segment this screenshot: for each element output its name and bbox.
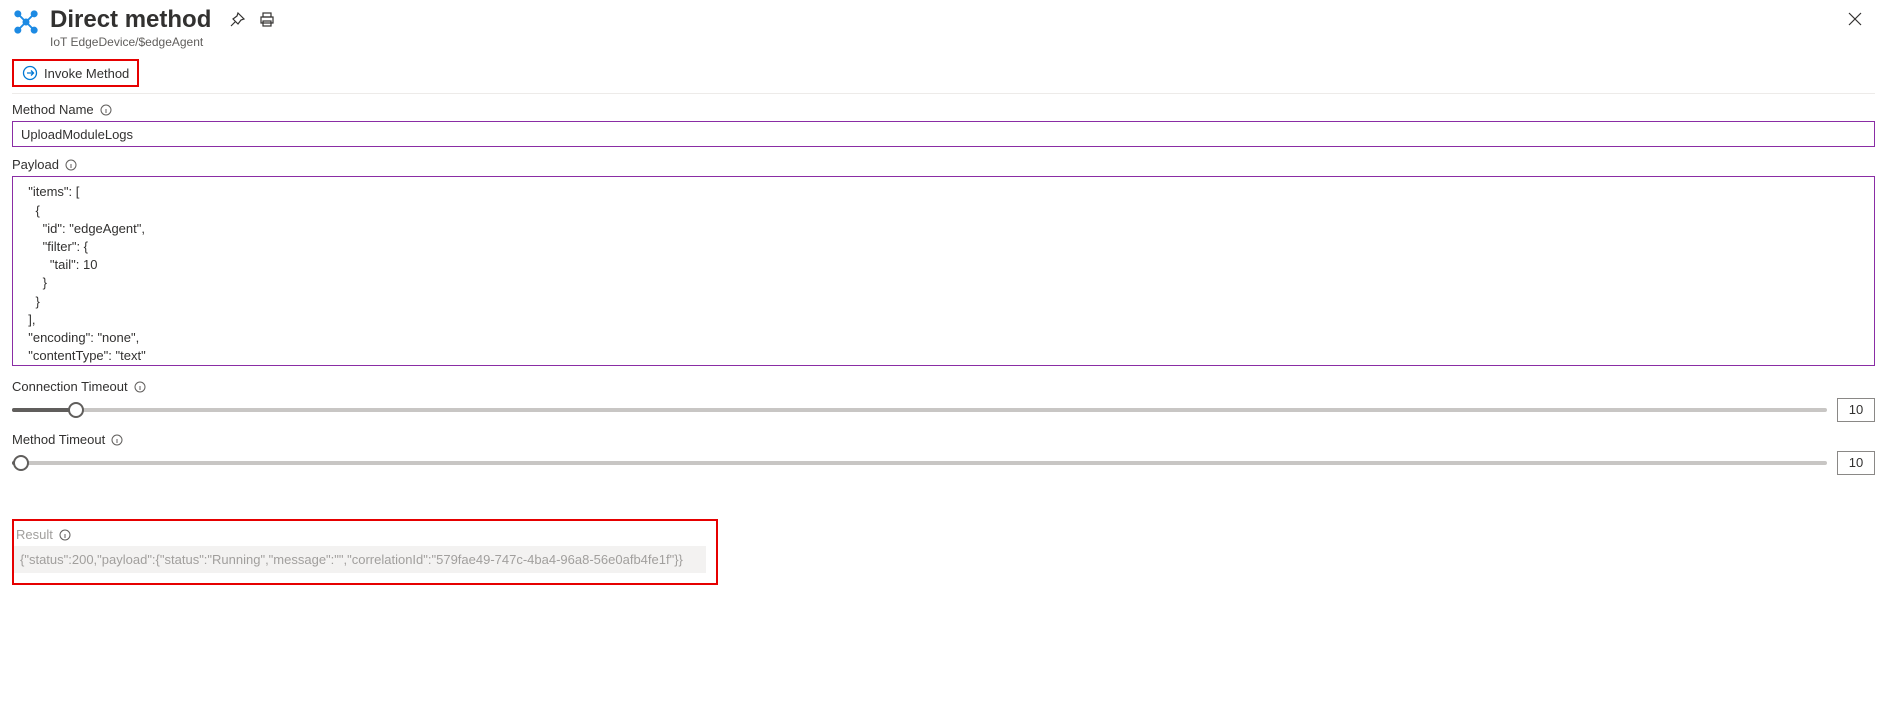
- info-icon[interactable]: [59, 529, 71, 541]
- pin-icon[interactable]: [229, 12, 245, 28]
- invoke-arrow-icon: [22, 65, 38, 81]
- toolbar: Invoke Method: [12, 53, 1875, 94]
- result-label: Result: [16, 527, 53, 542]
- close-icon: [1848, 12, 1862, 29]
- method-timeout-slider[interactable]: [12, 451, 1827, 475]
- connection-timeout-field: Connection Timeout 10: [12, 379, 1875, 422]
- method-name-input[interactable]: [12, 121, 1875, 147]
- page-header: Direct method IoT EdgeDevice/$edgeAgent: [12, 0, 1875, 53]
- method-name-label: Method Name: [12, 102, 94, 117]
- result-section: Result {"status":200,"payload":{"status"…: [12, 519, 718, 585]
- page-title: Direct method: [50, 6, 211, 34]
- method-timeout-label: Method Timeout: [12, 432, 105, 447]
- result-output: {"status":200,"payload":{"status":"Runni…: [14, 546, 706, 573]
- payload-label: Payload: [12, 157, 59, 172]
- invoke-method-button[interactable]: Invoke Method: [12, 59, 139, 87]
- print-icon[interactable]: [259, 12, 275, 28]
- invoke-method-label: Invoke Method: [44, 66, 129, 81]
- info-icon[interactable]: [111, 434, 123, 446]
- connection-timeout-value[interactable]: 10: [1837, 398, 1875, 422]
- slider-thumb[interactable]: [68, 402, 84, 418]
- close-button[interactable]: [1835, 0, 1875, 40]
- direct-method-icon: [12, 8, 40, 36]
- method-timeout-field: Method Timeout 10: [12, 432, 1875, 475]
- connection-timeout-label: Connection Timeout: [12, 379, 128, 394]
- connection-timeout-slider[interactable]: [12, 398, 1827, 422]
- method-timeout-value[interactable]: 10: [1837, 451, 1875, 475]
- info-icon[interactable]: [65, 159, 77, 171]
- info-icon[interactable]: [100, 104, 112, 116]
- payload-field: Payload: [12, 157, 1875, 369]
- breadcrumb: IoT EdgeDevice/$edgeAgent: [50, 36, 211, 50]
- method-name-field: Method Name: [12, 102, 1875, 147]
- payload-input[interactable]: [12, 176, 1875, 366]
- slider-thumb[interactable]: [13, 455, 29, 471]
- info-icon[interactable]: [134, 381, 146, 393]
